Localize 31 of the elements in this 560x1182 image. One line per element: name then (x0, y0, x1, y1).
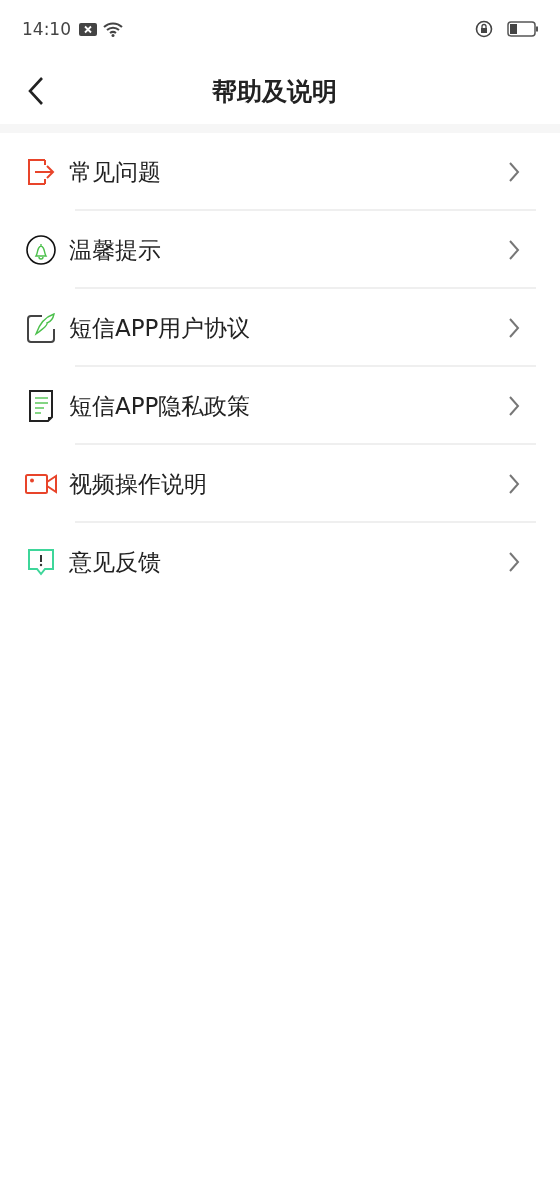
menu-label: 视频操作说明 (69, 469, 208, 499)
chevron-right-icon (508, 395, 520, 417)
chevron-right-icon (508, 239, 520, 261)
menu-item[interactable]: 温馨提示 (0, 211, 560, 289)
exit-icon (26, 157, 56, 187)
menu-item[interactable]: 视频操作说明 (0, 445, 560, 523)
document-icon (27, 389, 55, 423)
menu-item[interactable]: 意见反馈 (0, 523, 560, 601)
page-title: 帮助及说明 (210, 75, 338, 108)
menu-label: 温馨提示 (69, 235, 162, 265)
menu-label: 常见问题 (69, 157, 162, 187)
feedback-icon (26, 547, 56, 577)
menu-item[interactable]: 常见问题 (0, 133, 560, 211)
video-camera-icon (25, 473, 57, 495)
battery-icon (507, 21, 538, 37)
menu-label: 短信APP隐私政策 (69, 391, 252, 421)
chevron-right-icon (508, 161, 520, 183)
menu-label: 意见反馈 (69, 547, 162, 577)
chevron-right-icon (508, 473, 520, 495)
menu-label: 短信APP用户协议 (69, 313, 252, 343)
chevron-right-icon (508, 551, 520, 573)
wifi-icon (103, 21, 123, 37)
back-icon[interactable] (28, 76, 44, 106)
chevron-right-icon (508, 317, 520, 339)
menu-item[interactable]: 短信APP隐私政策 (0, 367, 560, 445)
pen-icon (26, 312, 56, 344)
bell-icon (26, 235, 56, 265)
menu-item[interactable]: 短信APP用户协议 (0, 289, 560, 367)
sim-icon (79, 22, 97, 36)
rotation-lock-icon (475, 20, 493, 38)
status-time: 14:10 (22, 19, 71, 39)
